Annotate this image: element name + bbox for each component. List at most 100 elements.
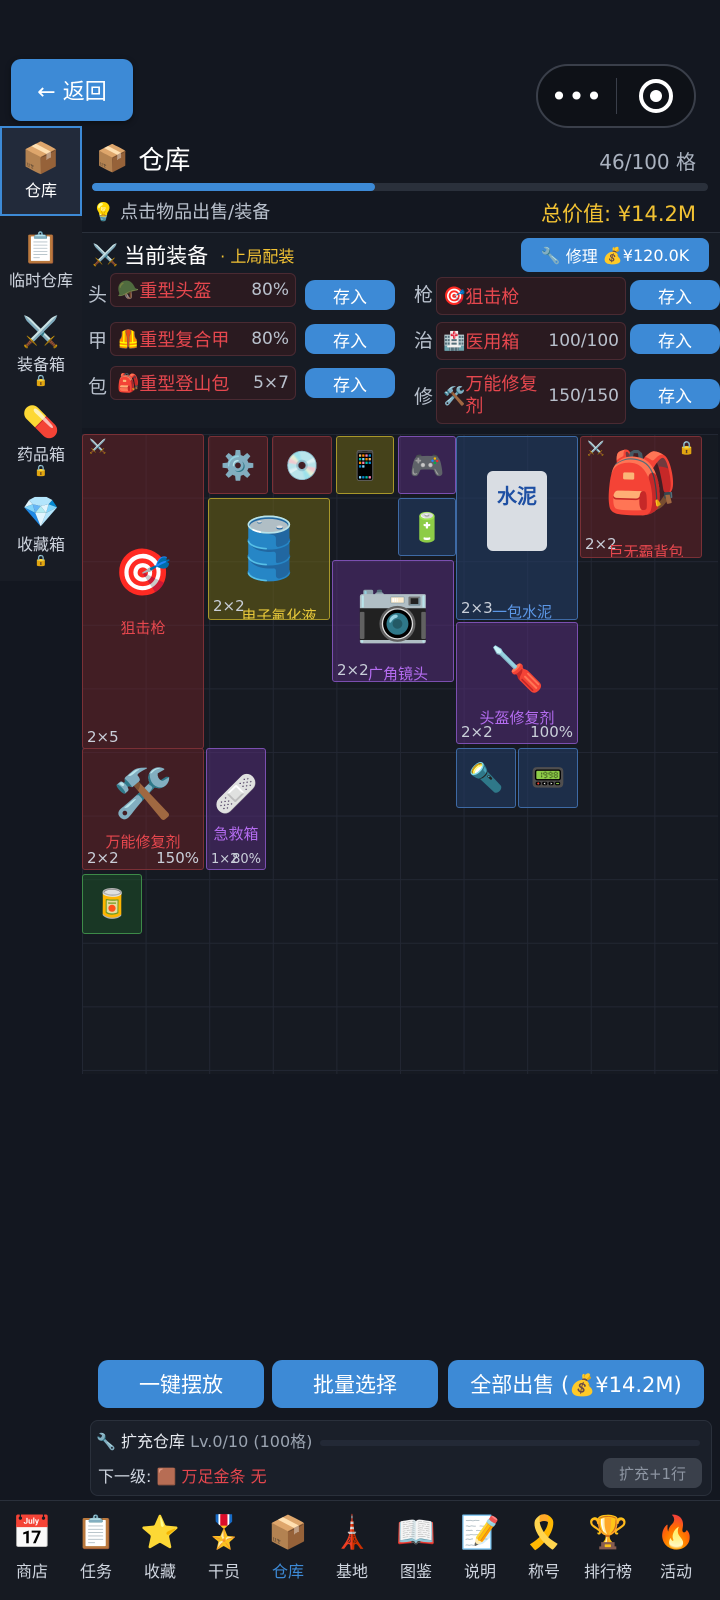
sidebar-item-label: 仓库: [24, 181, 57, 200]
nav-label: 商店: [15, 1562, 48, 1581]
slot-head[interactable]: 🪖 重型头盔 80%: [110, 273, 296, 307]
sidebar-item-label: 临时仓库: [8, 271, 73, 290]
repair-button[interactable]: 🔧 修理 💰 ¥120.0K: [521, 238, 709, 272]
more-menu-icon[interactable]: •••: [538, 80, 616, 113]
nav-label: 说明: [463, 1562, 496, 1581]
box-icon: 📦: [96, 143, 129, 174]
grid-item-battery[interactable]: 🔋: [398, 498, 456, 556]
grid-item-sniper[interactable]: ⚔️ 🎯 狙击枪 2×5: [82, 434, 204, 749]
item-size: 2×5: [87, 728, 119, 746]
slot-repair[interactable]: 🛠️ 万能修复剂 150/150: [436, 368, 626, 424]
next-level-item: 万足金条: [181, 1467, 246, 1486]
store-button-head[interactable]: 存入: [305, 280, 395, 310]
inventory-grid: ⚔️ 🎯 狙击枪 2×5 ⚙️ 💿 📱 🎮 🔋 🛢️ 2×2 电子氟化液 📷 2…: [82, 434, 718, 1074]
slot-name: 医用箱: [465, 332, 520, 353]
repair-cost: ¥120.0K: [622, 245, 690, 265]
sidebar-item-collection-box[interactable]: 💎 收藏箱 🔒: [0, 486, 82, 576]
store-button-bag[interactable]: 存入: [305, 368, 395, 398]
expand-title: 🔧 扩充仓库 Lv.0/10 (100格): [96, 1428, 312, 1452]
sidebar-item-warehouse[interactable]: 📦 仓库: [0, 126, 82, 216]
grid-item-backpack[interactable]: ⚔️ 🔒 🎒 2×2 巨无霸背包: [580, 436, 702, 558]
nav-item-titles[interactable]: 🎗️ 称号: [512, 1512, 576, 1582]
slot-name: 万能修复剂: [465, 374, 538, 417]
sidebar-item-equipment-box[interactable]: ⚔️ 装备箱 🔒: [0, 306, 82, 396]
nav-item-help[interactable]: 📝 说明: [448, 1512, 512, 1582]
auto-place-button[interactable]: 一键摆放: [98, 1360, 264, 1408]
slot-gun[interactable]: 🎯 狙击枪: [436, 277, 626, 315]
grid-item-tool[interactable]: ⚙️: [208, 436, 268, 494]
capacity-progress: [92, 183, 708, 191]
grid-item-phone[interactable]: 📱: [336, 436, 394, 494]
memo-icon: 📝: [460, 1513, 500, 1551]
hammer-wrench-icon: 🛠️: [443, 385, 466, 407]
nav-label: 干员: [207, 1562, 240, 1581]
vest-icon: 🦺: [117, 328, 140, 350]
grid-item-coolant[interactable]: 🛢️ 2×2 电子氟化液: [208, 498, 330, 620]
grid-item-can[interactable]: 🥫: [82, 874, 142, 934]
nav-item-tasks[interactable]: 📋 任务: [64, 1512, 128, 1582]
mini-program-capsule: •••: [536, 64, 696, 128]
gear-part-icon: ⚙️: [220, 449, 256, 482]
grid-item-repair-kit[interactable]: 🛠️ 万能修复剂 2×2 150%: [82, 748, 204, 870]
item-name: 广角镜头: [367, 665, 428, 682]
sell-all-button[interactable]: 全部出售 (💰¥14.2M): [448, 1360, 704, 1408]
canister-icon: 🛢️: [231, 514, 307, 584]
lock-icon: 🔒: [34, 554, 48, 567]
store-button-heal[interactable]: 存入: [630, 324, 720, 354]
nav-item-favorites[interactable]: ⭐ 收藏: [128, 1512, 192, 1582]
target-icon: 🎯: [443, 285, 466, 307]
sidebar-item-medicine-box[interactable]: 💊 药品箱 🔒: [0, 396, 82, 486]
expand-title-text: 扩充仓库: [121, 1432, 186, 1451]
lock-icon: 🔒: [34, 464, 48, 477]
nav-item-operators[interactable]: 🎖️ 干员: [192, 1512, 256, 1582]
nav-item-shop[interactable]: 📅 商店: [0, 1512, 64, 1582]
crossed-swords-icon: ⚔️: [22, 315, 60, 350]
page-title-text: 仓库: [138, 146, 191, 176]
nav-label: 任务: [79, 1562, 112, 1581]
crossed-swords-icon: ⚔️: [89, 439, 107, 455]
page-title: 📦 仓库: [96, 140, 190, 177]
grid-item-gadget[interactable]: 🎮: [398, 436, 456, 494]
wrench-icon: 🔧: [96, 1432, 116, 1451]
lock-icon: 🔒: [34, 374, 48, 387]
nav-item-warehouse[interactable]: 📦 仓库: [256, 1512, 320, 1582]
nav-label: 仓库: [271, 1562, 304, 1581]
next-level-label: 下一级:: [98, 1467, 152, 1486]
grid-item-first-aid[interactable]: 🩹 急救箱 1×2 80%: [206, 748, 266, 870]
expand-button[interactable]: 扩充+1行: [603, 1458, 702, 1488]
batch-select-button[interactable]: 批量选择: [272, 1360, 438, 1408]
store-button-gun[interactable]: 存入: [630, 280, 720, 310]
store-button-armor[interactable]: 存入: [305, 324, 395, 354]
slot-value: 100/100: [548, 331, 619, 351]
sidebar-item-temp-warehouse[interactable]: 📋 临时仓库: [0, 216, 82, 306]
slot-armor[interactable]: 🦺 重型复合甲 80%: [110, 322, 296, 356]
box-icon: 📦: [22, 141, 60, 176]
pill-icon: 💊: [22, 405, 60, 440]
can-icon: 🥫: [94, 887, 130, 920]
phone-icon: 📱: [347, 449, 383, 482]
next-level-status: 无: [250, 1467, 267, 1486]
close-target-icon[interactable]: [617, 79, 694, 113]
hint-text: 💡 点击物品出售/装备: [92, 198, 270, 224]
item-durability: 150%: [156, 849, 199, 867]
scanner-icon: 🔦: [468, 761, 504, 794]
grid-item-cement[interactable]: 水泥 2×3 一包水泥: [456, 436, 578, 620]
grid-item-lens[interactable]: 📷 2×2 广角镜头: [332, 560, 454, 682]
nav-item-base[interactable]: 🗼 基地: [320, 1512, 384, 1582]
grid-item-scanner[interactable]: 🔦: [456, 748, 516, 808]
nav-item-events[interactable]: 🔥 活动: [644, 1512, 708, 1582]
backpack-icon: 🎒: [117, 372, 140, 394]
slot-heal[interactable]: 🏥 医用箱 100/100: [436, 322, 626, 360]
sidebar-item-label: 收藏箱: [16, 535, 65, 554]
grid-item-disc[interactable]: 💿: [272, 436, 332, 494]
grid-item-device[interactable]: 📟: [518, 748, 578, 808]
nav-item-leaderboard[interactable]: 🏆 排行榜: [576, 1512, 640, 1582]
store-button-repair[interactable]: 存入: [630, 379, 720, 409]
back-button[interactable]: ← 返回: [11, 59, 133, 121]
slot-bag[interactable]: 🎒 重型登山包 5×7: [110, 366, 296, 400]
nav-item-codex[interactable]: 📖 图鉴: [384, 1512, 448, 1582]
hospital-icon: 🏥: [443, 330, 466, 352]
item-name: 一包水泥: [491, 603, 552, 620]
next-level: 下一级: 🟫 万足金条 无: [98, 1463, 267, 1487]
grid-item-helmet-repair[interactable]: 🪛 头盔修复剂 2×2 100%: [456, 622, 578, 744]
